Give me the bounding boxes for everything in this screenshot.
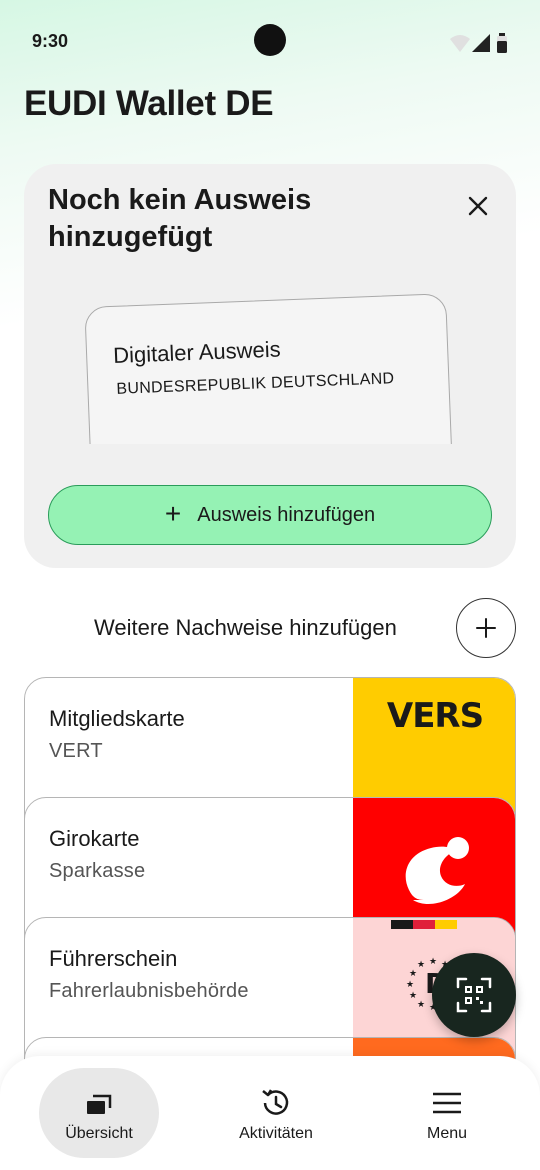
camera-cutout (254, 24, 286, 56)
card-subtitle: VERT (49, 740, 103, 762)
id-prompt-title: Noch kein Ausweis hinzugefügt (48, 184, 312, 253)
nav-item-uebersicht[interactable]: Übersicht (39, 1068, 159, 1158)
wifi-icon (450, 35, 470, 52)
close-button[interactable] (454, 182, 502, 230)
app-title: EUDI Wallet DE (24, 84, 274, 123)
nav-label: Menu (426, 1125, 468, 1142)
card-title: Führerschein (49, 946, 178, 971)
card-subtitle: Sparkasse (49, 860, 146, 882)
svg-text:★: ★ (409, 969, 417, 979)
hamburger-menu-icon (387, 1086, 507, 1120)
svg-text:★: ★ (417, 960, 425, 970)
battery-icon (497, 33, 507, 53)
add-id-button[interactable]: + Ausweis hinzufügen (48, 485, 492, 545)
add-more-credentials-label: Weitere Nachweise hinzufügen (94, 615, 397, 640)
svg-text:★: ★ (409, 991, 417, 1001)
nav-item-menu[interactable]: Menu (387, 1068, 507, 1158)
add-id-prompt-card: Noch kein Ausweis hinzugefügt Digitaler … (24, 164, 516, 568)
svg-text:★: ★ (429, 957, 437, 967)
plus-circle-icon (476, 618, 496, 638)
mock-card-subtitle: BUNDESREPUBLIK DEUTSCHLAND (116, 370, 395, 398)
vers-logo-text: VERS (386, 696, 484, 736)
nav-label: Aktivitäten (239, 1125, 313, 1142)
cards-stack-icon (39, 1086, 159, 1120)
card-title: Mitgliedskarte (49, 706, 185, 731)
nav-item-aktivitaeten[interactable]: Aktivitäten (216, 1068, 336, 1158)
close-icon (468, 196, 488, 216)
status-icons (450, 33, 507, 53)
history-icon (216, 1086, 336, 1120)
qr-scan-button[interactable] (432, 953, 516, 1037)
add-more-credentials-button[interactable] (456, 598, 516, 658)
status-time: 9:30 (32, 31, 69, 51)
qr-scan-icon (456, 977, 492, 1013)
card-subtitle: Fahrerlaubnisbehörde (49, 980, 249, 1002)
svg-text:★: ★ (417, 1000, 425, 1010)
bottom-navigation: Übersicht Aktivitäten Menu (0, 1056, 540, 1170)
add-id-button-label: Ausweis hinzufügen (197, 503, 376, 526)
signal-icon (472, 34, 490, 52)
svg-text:★: ★ (406, 980, 414, 990)
plus-icon: + (164, 497, 182, 529)
card-title: Girokarte (49, 826, 140, 851)
nav-label: Übersicht (65, 1125, 133, 1142)
status-bar: 9:30 (0, 0, 540, 80)
mock-card-title: Digitaler Ausweis (112, 336, 282, 368)
